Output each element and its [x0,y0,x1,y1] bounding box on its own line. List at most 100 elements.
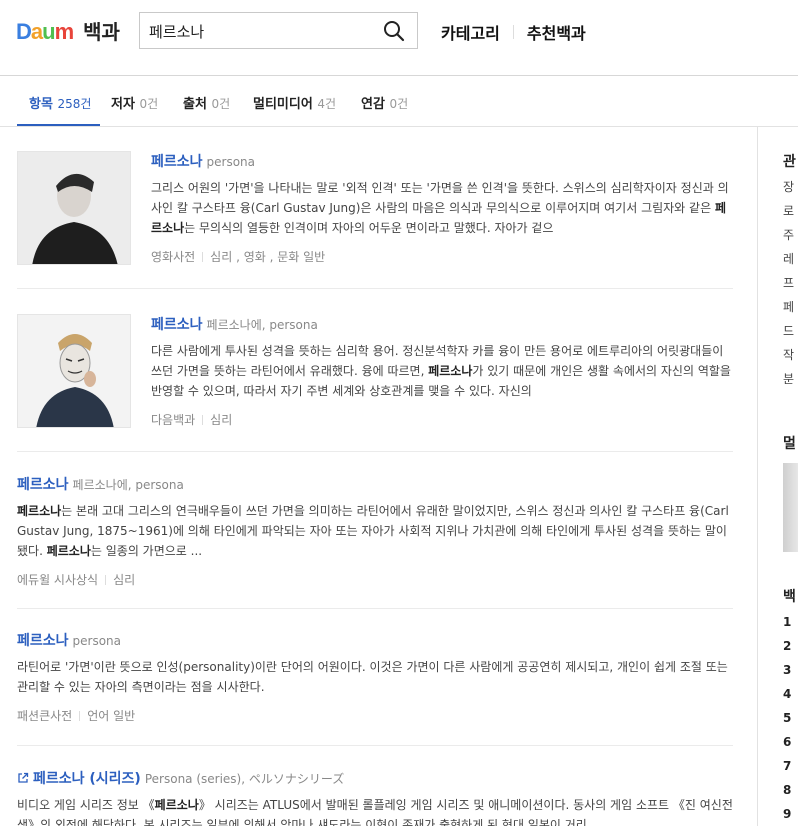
result-meta: 다음백과 심리 [151,411,733,428]
daum-wordmark: Daum [16,19,74,44]
side-related-item[interactable]: 작 [783,346,794,363]
result-title[interactable]: 페르소나 persona [151,151,733,171]
side-related-item[interactable]: 페 [783,298,794,315]
result-tabs: 항목 258건 저자 0건 출처 0건 멀티미디어 4건 연감 0건 [0,76,798,127]
result-title[interactable]: 페르소나 페르소나에, persona [17,474,733,494]
search-input[interactable] [149,20,369,42]
desc-part: 라틴어로 '가면'이란 뜻으로 인성(personality)이란 단어의 어원… [17,660,728,694]
side-multimedia-thumbnail[interactable] [783,463,798,552]
meta-divider [202,252,204,262]
desc-part: 그리스 어원의 '가면'을 나타내는 말로 '외적 인격' 또는 '가면을 쓴 … [151,181,729,215]
side-related-item[interactable]: 드 [783,322,794,339]
desc-part: 비디오 게임 시리즈 정보 《 [17,798,155,812]
rank-number: 1 [783,615,792,629]
portrait-photo-icon [18,152,130,264]
result-subtitle: Persona (series), ペルソナシリーズ [144,772,345,786]
result-item: 페르소나 persona 라틴어로 '가면'이란 뜻으로 인성(personali… [17,630,733,746]
nav-divider [512,25,514,39]
result-category[interactable]: 심리 [113,573,135,587]
result-subtitle: 페르소나에, persona [72,478,184,492]
desc-keyword: 페르소나 [428,364,473,378]
side-related-item[interactable]: 주 [783,226,794,243]
tab-count: 4건 [317,97,337,111]
side-ranking-heading: 백 [783,589,796,605]
result-subtitle: persona [72,634,122,648]
tab-count: 0건 [139,97,159,111]
rank-number: 4 [783,687,792,701]
result-description: 라틴어로 '가면'이란 뜻으로 인성(personality)이란 단어의 어원… [17,657,733,697]
result-category[interactable]: 심리 [210,413,232,427]
result-item: 페르소나 persona 그리스 어원의 '가면'을 나타내는 말로 '외적 인격… [17,151,733,289]
tab-multimedia[interactable]: 멀티미디어 4건 [253,93,336,112]
daum-logo[interactable]: Daum 백과 [16,17,120,47]
result-description: 다른 사람에게 투사된 성격을 뜻하는 심리학 용어. 정신분석학자 카를 융이… [151,341,733,401]
result-source[interactable]: 패션큰사전 [17,709,72,723]
tab-items[interactable]: 항목 258건 [29,93,91,112]
result-item: 페르소나 (시리즈) Persona (series), ペルソナシリーズ 비디오… [17,768,733,826]
side-related-item[interactable]: 분 [783,370,794,387]
rank-number: 5 [783,711,792,725]
desc-part: 는 무의식의 열등한 인격이며 자아의 어두운 면이라고 말했다. 자아가 겉으 [184,221,554,235]
rank-number: 6 [783,735,792,749]
tab-label: 저자 [111,97,135,112]
desc-keyword: 페르소나 [17,504,62,518]
result-subtitle: 페르소나에, persona [206,318,318,332]
result-item: 페르소나 페르소나에, persona 페르소나는 본래 고대 그리스의 연극배우… [17,474,733,609]
mask-photo-icon [18,315,130,427]
tab-yearbook[interactable]: 연감 0건 [361,93,408,112]
result-title[interactable]: 페르소나 페르소나에, persona [151,314,733,334]
result-item: 페르소나 페르소나에, persona 다른 사람에게 투사된 성격을 뜻하는 심… [17,314,733,452]
result-description: 비디오 게임 시리즈 정보 《페르소나》 시리즈는 ATLUS에서 발매된 롤플… [17,795,733,826]
title-text: 페르소나 [151,317,203,333]
result-title[interactable]: 페르소나 (시리즈) Persona (series), ペルソナシリーズ [17,768,733,788]
result-category[interactable]: 언어 일반 [87,709,135,723]
result-meta: 에듀윌 시사상식 심리 [17,571,733,588]
tab-count: 258건 [57,97,92,111]
title-text: 페르소나 [17,477,69,493]
meta-divider [105,575,107,585]
desc-keyword: 페르소나 [46,544,91,558]
result-source[interactable]: 영화사전 [151,250,195,264]
result-thumbnail[interactable] [17,151,131,265]
result-source[interactable]: 에듀윌 시사상식 [17,573,98,587]
rank-number: 3 [783,663,792,677]
tab-label: 멀티미디어 [253,97,313,112]
result-description: 페르소나는 본래 고대 그리스의 연극배우들이 쓰던 가면을 의미하는 라틴어에… [17,501,733,561]
side-related-item[interactable]: 장 [783,178,794,195]
rank-number: 2 [783,639,792,653]
logo-subtitle: 백과 [83,20,120,44]
side-related-item[interactable]: 레 [783,250,794,267]
side-related-item[interactable]: 로 [783,202,794,219]
rank-number: 8 [783,783,792,797]
search-box [139,12,418,49]
tab-authors[interactable]: 저자 0건 [111,93,158,112]
result-subtitle: persona [206,155,256,169]
tab-label: 연감 [361,97,385,112]
tab-label: 항목 [29,97,53,112]
desc-keyword: 페르소나 [154,798,199,812]
result-category[interactable]: 심리 , 영화 , 문화 일반 [210,250,325,264]
search-icon [384,21,405,42]
tab-sources[interactable]: 출처 0건 [183,93,230,112]
rank-number: 9 [783,807,792,821]
side-multimedia-heading: 멀 [783,436,796,452]
rank-number: 7 [783,759,792,773]
nav-category[interactable]: 카테고리 [441,20,500,44]
meta-divider [79,711,81,721]
result-title[interactable]: 페르소나 persona [17,630,733,650]
nav-recommended[interactable]: 추천백과 [527,20,586,44]
title-text: 페르소나 (시리즈) [33,771,141,787]
side-related-item[interactable]: 프 [783,274,794,291]
result-description: 그리스 어원의 '가면'을 나타내는 말로 '외적 인격' 또는 '가면을 쓴 … [151,178,733,238]
top-nav: 카테고리 추천백과 [441,20,586,44]
side-related-heading: 관 [783,154,796,170]
header: Daum 백과 카테고리 추천백과 [0,0,798,76]
title-text: 페르소나 [17,633,69,649]
tab-label: 출처 [183,97,207,112]
result-source[interactable]: 다음백과 [151,413,195,427]
search-button[interactable] [382,19,406,43]
result-thumbnail[interactable] [17,314,131,428]
result-meta: 패션큰사전 언어 일반 [17,707,733,724]
tab-count: 0건 [211,97,231,111]
result-meta: 영화사전 심리 , 영화 , 문화 일반 [151,248,733,265]
